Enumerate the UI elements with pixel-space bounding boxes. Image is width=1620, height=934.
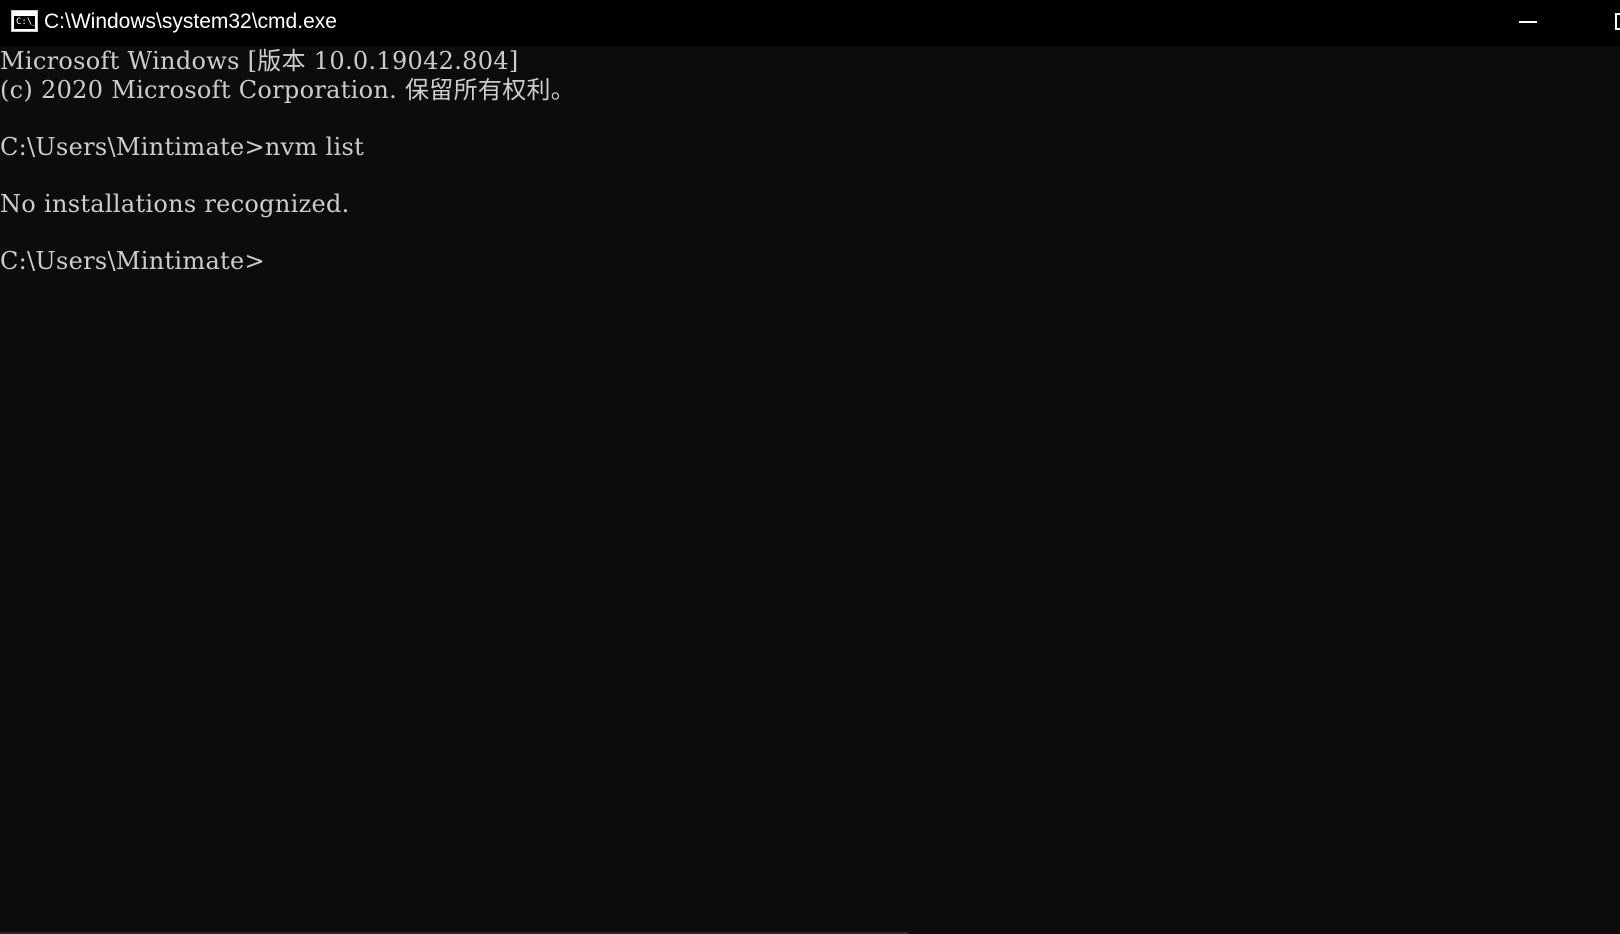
maximize-icon: [1615, 13, 1620, 30]
minimize-icon: [1519, 21, 1537, 23]
cmd-icon-text: C:\_: [16, 17, 38, 27]
window-title: C:\Windows\system32\cmd.exe: [44, 10, 337, 33]
console-output[interactable]: Microsoft Windows [版本 10.0.19042.804] (c…: [0, 46, 1620, 934]
minimize-button[interactable]: [1506, 0, 1552, 46]
console-line-output: No installations recognized.: [0, 190, 350, 218]
cmd-window: C:\_ C:\Windows\system32\cmd.exe Microso…: [0, 0, 1620, 934]
console-line-command: C:\Users\Mintimate>nvm list: [0, 133, 365, 161]
maximize-button[interactable]: [1584, 0, 1620, 46]
console-line-copyright: (c) 2020 Microsoft Corporation. 保留所有权利。: [0, 76, 576, 104]
console-line-version: Microsoft Windows [版本 10.0.19042.804]: [0, 47, 519, 75]
title-bar[interactable]: C:\_ C:\Windows\system32\cmd.exe: [0, 0, 1620, 46]
cmd-icon-screen: C:\_: [14, 16, 38, 29]
cmd-icon[interactable]: C:\_: [11, 10, 38, 32]
console-prompt[interactable]: C:\Users\Mintimate>: [0, 246, 265, 276]
